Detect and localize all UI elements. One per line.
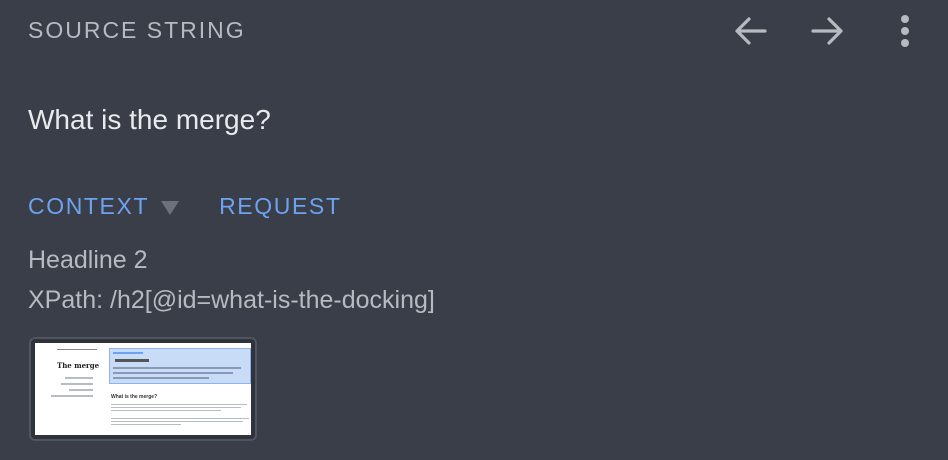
context-xpath: XPath: /h2[@id=what-is-the-docking] bbox=[28, 286, 435, 314]
thumbnail-nav-line bbox=[61, 383, 93, 385]
chevron-down-icon[interactable] bbox=[161, 201, 180, 215]
thumbnail-body-line bbox=[111, 421, 243, 422]
thumbnail-body-line bbox=[111, 418, 249, 419]
thumbnail-highlight-line bbox=[113, 367, 241, 369]
more-options-button[interactable] bbox=[882, 8, 928, 54]
thumbnail-nav-line bbox=[51, 395, 93, 397]
thumbnail-highlight-line bbox=[113, 377, 209, 379]
thumbnail-nav-line bbox=[69, 389, 93, 391]
tab-context[interactable]: CONTEXT bbox=[28, 190, 149, 222]
thumbnail-body-line bbox=[111, 424, 181, 425]
arrow-left-icon bbox=[735, 17, 767, 45]
detail-tabs: CONTEXT REQUEST bbox=[28, 190, 341, 222]
thumbnail-section-heading: What is the merge? bbox=[111, 394, 158, 400]
source-string-panel: SOURCE STRING What is the merge? CONTEXT… bbox=[0, 0, 948, 460]
more-vert-icon bbox=[901, 15, 909, 47]
tab-request[interactable]: REQUEST bbox=[219, 190, 341, 222]
thumbnail-body-line bbox=[111, 410, 221, 411]
context-screenshot-thumbnail[interactable]: The merge What is the merge? bbox=[29, 337, 257, 441]
next-string-button[interactable] bbox=[804, 8, 850, 54]
thumbnail-logo-line bbox=[57, 349, 97, 350]
arrow-right-icon bbox=[811, 17, 843, 45]
thumbnail-body-line bbox=[111, 404, 247, 405]
thumbnail-page-title: The merge bbox=[57, 361, 100, 370]
thumbnail-body-line bbox=[111, 407, 241, 408]
thumbnail-nav-line bbox=[65, 377, 93, 379]
panel-header-title: SOURCE STRING bbox=[28, 17, 246, 43]
source-string-text: What is the merge? bbox=[28, 104, 271, 135]
thumbnail-highlight-line bbox=[115, 359, 149, 362]
thumbnail-highlight-line bbox=[113, 352, 143, 354]
previous-string-button[interactable] bbox=[728, 8, 774, 54]
thumbnail-page-preview: The merge What is the merge? bbox=[35, 343, 251, 435]
thumbnail-highlight-line bbox=[113, 372, 233, 374]
context-element-type: Headline 2 bbox=[28, 246, 148, 274]
